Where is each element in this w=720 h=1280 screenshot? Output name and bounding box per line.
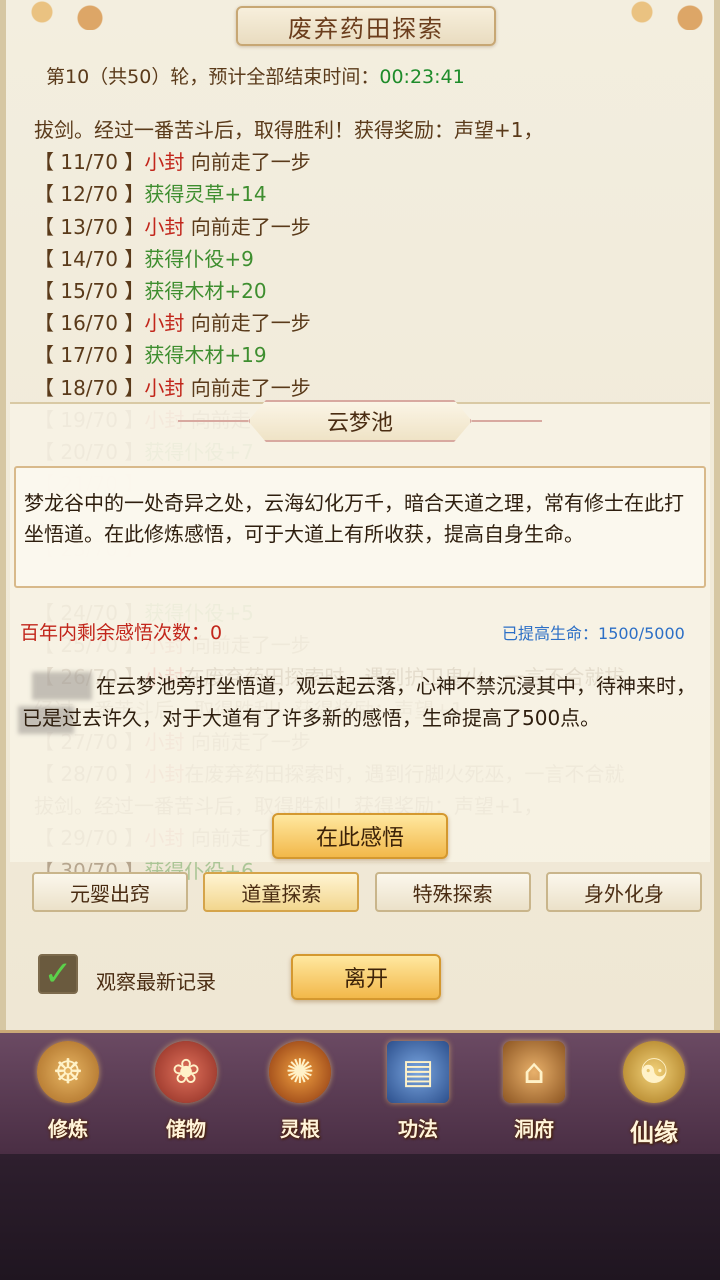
log-row: 【 14/70 】获得仆役+9 bbox=[34, 243, 704, 275]
log-index: 【 11/70 】 bbox=[34, 150, 145, 175]
log-index: 【 18/70 】 bbox=[34, 375, 145, 400]
log-index: 【 17/70 】 bbox=[34, 343, 145, 368]
tab-bar: 元婴出窍 道童探索 特殊探索 身外化身 bbox=[32, 872, 702, 914]
dialog-title: 云梦池 bbox=[248, 400, 472, 442]
log-character-name: 小封 bbox=[144, 150, 185, 175]
page-title: 废弃药田探索 bbox=[236, 6, 496, 46]
log-text: 获得木材+19 bbox=[144, 343, 267, 368]
watch-latest-checkbox[interactable]: ✓ bbox=[38, 954, 78, 994]
log-text: 向前走了一步 bbox=[184, 150, 311, 175]
nav-fate[interactable]: ☯ 仙缘 bbox=[604, 1041, 704, 1151]
round-text: 第10（共50）轮，预计全部结束时间： bbox=[46, 66, 380, 88]
log-index: 【 13/70 】 bbox=[34, 214, 145, 239]
log-row: 【 16/70 】小封 向前走了一步 bbox=[34, 307, 704, 339]
log-text: 获得仆役+9 bbox=[144, 246, 254, 271]
log-row: 【 18/70 】小封 向前走了一步 bbox=[34, 372, 704, 404]
nav-storage[interactable]: ❀ 储物 bbox=[136, 1041, 236, 1151]
nav-spirit-root[interactable]: ✺ 灵根 bbox=[250, 1041, 350, 1151]
log-row: 【 13/70 】小封 向前走了一步 bbox=[34, 211, 704, 243]
location-description: 梦龙谷中的一处奇异之处，云海幻化万千，暗合天道之理，常有修士在此打坐悟道。在此修… bbox=[14, 466, 706, 588]
spirit-root-emblem-icon: ✺ bbox=[269, 1041, 331, 1103]
cloud-decoration-left bbox=[6, 0, 126, 30]
cave-dwelling-icon: ⌂ bbox=[503, 1041, 565, 1103]
tab-yuanying[interactable]: 元婴出窍 bbox=[32, 872, 188, 912]
title-ornament-left bbox=[178, 420, 248, 422]
meditate-here-button[interactable]: 在此感悟 bbox=[272, 813, 448, 859]
bottom-strip bbox=[0, 1154, 720, 1280]
log-index: 【 16/70 】 bbox=[34, 311, 145, 336]
remaining-count: 百年内剩余感悟次数：0 bbox=[20, 622, 223, 644]
log-row: 【 15/70 】获得木材+20 bbox=[34, 275, 704, 307]
tab-special[interactable]: 特殊探索 bbox=[374, 872, 531, 912]
title-ornament-right bbox=[472, 420, 542, 422]
end-time: 00:23:41 bbox=[379, 66, 465, 88]
log-text: 向前走了一步 bbox=[184, 311, 311, 336]
log-row: 【 12/70 】获得灵草+14 bbox=[34, 178, 704, 210]
checkmark-icon: ✓ bbox=[43, 954, 73, 994]
round-info: 第10（共50）轮，预计全部结束时间：00:23:41 bbox=[46, 62, 465, 89]
log-row: 【 11/70 】小封 向前走了一步 bbox=[34, 146, 704, 178]
leave-button[interactable]: 离开 bbox=[291, 954, 441, 1000]
meditating-figure-icon: ☸ bbox=[37, 1041, 99, 1103]
raised-life-label: 已提高生命： bbox=[502, 624, 599, 643]
tab-daotong[interactable]: 道童探索 bbox=[203, 872, 360, 912]
tab-avatar[interactable]: 身外化身 bbox=[545, 872, 702, 912]
raised-life: 已提高生命：1500/5000 bbox=[502, 620, 685, 644]
log-row: 【 17/70 】获得木材+19 bbox=[34, 339, 704, 371]
log-text: 获得灵草+14 bbox=[144, 182, 267, 207]
log-index: 【 14/70 】 bbox=[34, 246, 145, 271]
log-text: 向前走了一步 bbox=[184, 214, 311, 239]
bottom-nav: ☸ 修炼 ❀ 储物 ✺ 灵根 ▤ 功法 ⌂ 洞府 ☯ 仙缘 bbox=[0, 1030, 720, 1154]
meditation-narration: 在云梦池旁打坐悟道，观云起云落，心神不禁沉浸其中，待神来时，已是过去许久，对于大… bbox=[22, 674, 696, 730]
nav-techniques[interactable]: ▤ 功法 bbox=[368, 1041, 468, 1151]
raised-life-value: 1500/5000 bbox=[598, 624, 685, 643]
log-text: 向前走了一步 bbox=[184, 375, 311, 400]
log-text: 拔剑。经过一番苦斗后，取得胜利！获得奖励：声望+1， bbox=[34, 118, 544, 142]
technique-book-icon: ▤ bbox=[387, 1041, 449, 1103]
log-character-name: 小封 bbox=[144, 375, 185, 400]
storage-bag-icon: ❀ bbox=[155, 1041, 217, 1103]
log-character-name: 小封 bbox=[144, 214, 185, 239]
gourd-taiji-icon: ☯ bbox=[623, 1041, 685, 1103]
log-text: 获得木材+20 bbox=[144, 279, 267, 304]
cloud-decoration-right bbox=[606, 0, 720, 30]
watch-latest-label: 观察最新记录 bbox=[96, 970, 216, 994]
log-index: 【 12/70 】 bbox=[34, 182, 145, 207]
log-row: 拔剑。经过一番苦斗后，取得胜利！获得奖励：声望+1， bbox=[34, 114, 704, 146]
nav-cultivate[interactable]: ☸ 修炼 bbox=[18, 1041, 118, 1151]
log-character-name: 小封 bbox=[144, 311, 185, 336]
log-index: 【 15/70 】 bbox=[34, 279, 145, 304]
nav-dwelling[interactable]: ⌂ 洞府 bbox=[484, 1041, 584, 1151]
